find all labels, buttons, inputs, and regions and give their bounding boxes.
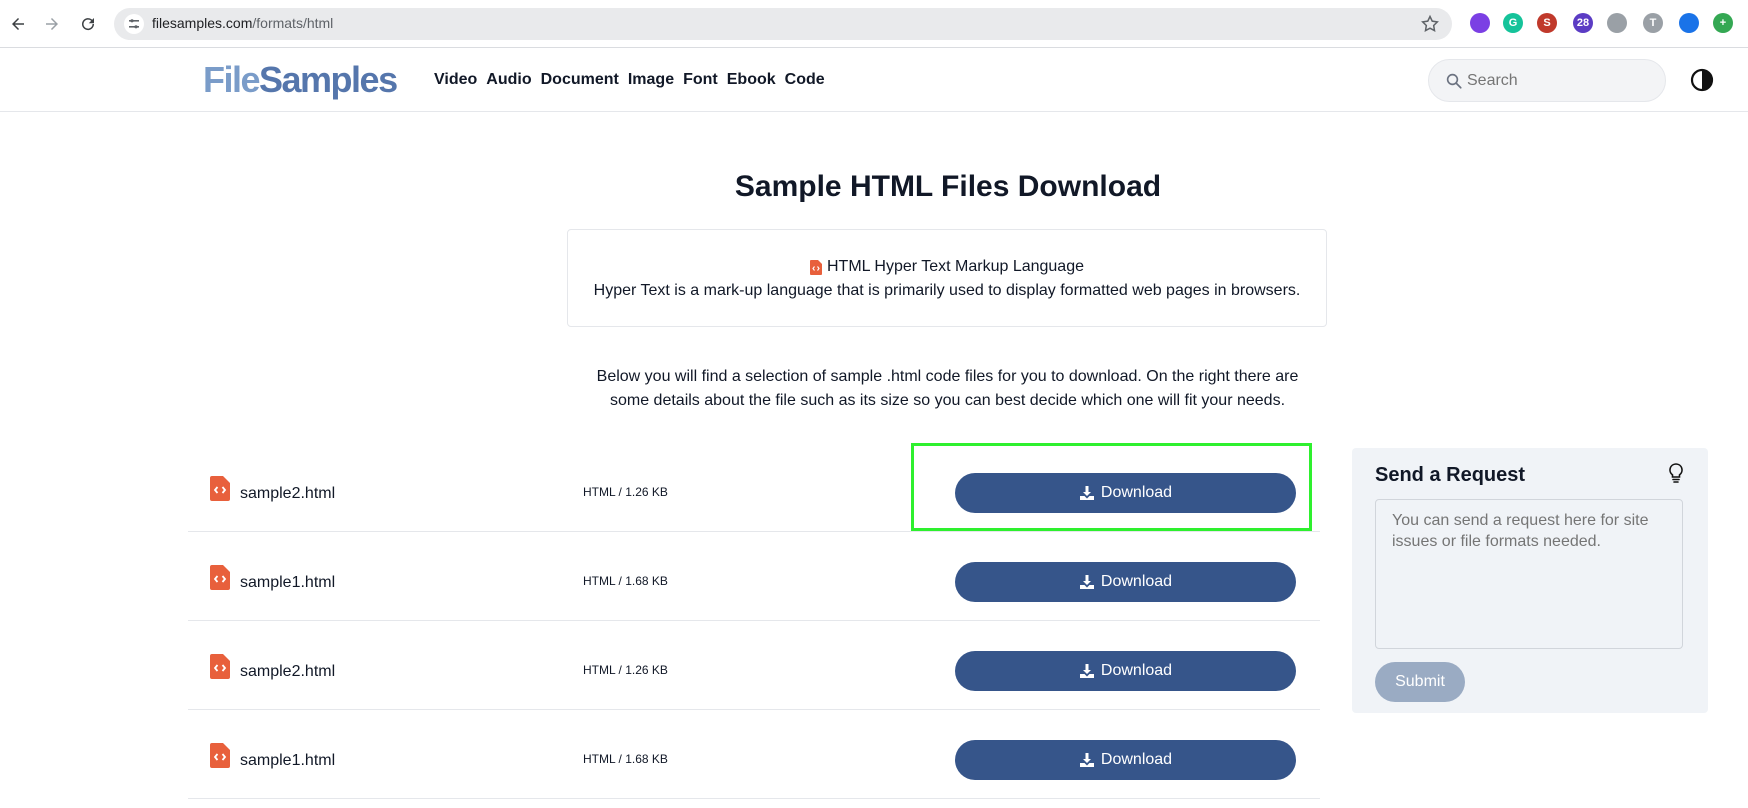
format-info-card: HTML Hyper Text Markup Language Hyper Te… — [567, 229, 1327, 327]
file-row: sample1.html HTML / 1.68 KB Download — [188, 532, 1320, 621]
download-button[interactable]: Download — [955, 740, 1296, 780]
file-meta: HTML / 1.68 KB — [583, 574, 668, 588]
reload-icon — [82, 18, 95, 31]
format-name: HTML Hyper Text Markup Language — [826, 258, 1084, 275]
nav-document[interactable]: Document — [541, 71, 619, 89]
arrow-left-icon — [12, 18, 24, 30]
address-bar[interactable]: filesamples.com/formats/html — [114, 8, 1452, 40]
file-name[interactable]: sample2.html — [240, 663, 335, 681]
file-meta: HTML / 1.68 KB — [583, 752, 668, 766]
file-meta: HTML / 1.26 KB — [583, 663, 668, 677]
file-name[interactable]: sample1.html — [240, 752, 335, 770]
download-label: Download — [1100, 573, 1173, 590]
theme-toggle-icon[interactable] — [1690, 68, 1714, 92]
file-name[interactable]: sample2.html — [240, 485, 335, 503]
intro-text: Below you will find a selection of sampl… — [596, 368, 1299, 409]
html-file-icon — [210, 654, 230, 679]
html-file-icon — [210, 743, 230, 768]
reload-button[interactable] — [74, 10, 102, 38]
download-icon — [1079, 664, 1094, 678]
nav-code[interactable]: Code — [785, 71, 825, 89]
file-row: sample2.html HTML / 1.26 KB Download — [188, 621, 1320, 710]
search-icon — [1446, 73, 1462, 89]
download-button[interactable]: Download — [955, 473, 1296, 513]
bookmark-star-icon[interactable] — [1420, 14, 1440, 34]
search-input[interactable] — [1467, 68, 1657, 94]
back-button[interactable] — [4, 10, 32, 38]
filesamples-logo[interactable]: FileSamples — [203, 59, 398, 100]
nav-audio[interactable]: Audio — [486, 71, 531, 89]
nav-font[interactable]: Font — [683, 71, 718, 89]
file-name[interactable]: sample1.html — [240, 574, 335, 592]
tag-extension-icon[interactable] — [1679, 13, 1699, 33]
main-nav: Video Audio Document Image Font Ebook Co… — [434, 71, 834, 89]
site-info-icon[interactable] — [124, 14, 144, 34]
download-label: Download — [1100, 751, 1173, 768]
forward-button[interactable] — [38, 10, 66, 38]
download-label: Download — [1100, 484, 1173, 501]
format-description: Hyper Text is a mark-up language that is… — [593, 282, 1301, 299]
site-header: FileSamples Video Audio Document Image F… — [0, 49, 1748, 112]
request-textarea[interactable] — [1375, 499, 1683, 649]
html-file-icon — [210, 476, 230, 501]
submit-button[interactable]: Submit — [1375, 662, 1465, 702]
nav-image[interactable]: Image — [628, 71, 674, 89]
download-button[interactable]: Download — [955, 562, 1296, 602]
arrow-right-icon — [46, 18, 58, 30]
html-file-icon — [210, 565, 230, 590]
download-label: Download — [1100, 662, 1173, 679]
format-name-line: HTML Hyper Text Markup Language — [568, 258, 1326, 276]
cap-extension-icon[interactable]: 28 — [1573, 13, 1593, 33]
download-icon — [1079, 753, 1094, 767]
url-text: filesamples.com/formats/html — [152, 15, 334, 31]
download-icon — [1079, 486, 1094, 500]
browser-toolbar: filesamples.com/formats/html G S 28 T + — [0, 0, 1748, 48]
lightbulb-icon — [1669, 463, 1683, 483]
page-title: Sample HTML Files Download — [734, 170, 1162, 203]
file-row: sample2.html HTML / 1.26 KB Download — [188, 443, 1320, 532]
search-box[interactable] — [1428, 59, 1666, 102]
download-button[interactable]: Download — [955, 651, 1296, 691]
red-s-extension-icon[interactable]: S — [1537, 13, 1557, 33]
nav-video[interactable]: Video — [434, 71, 477, 89]
shield-extension-icon[interactable] — [1607, 13, 1627, 33]
nav-ebook[interactable]: Ebook — [727, 71, 776, 89]
request-title: Send a Request — [1375, 464, 1526, 486]
plus-extension-icon[interactable]: + — [1713, 13, 1733, 33]
colorful-ring-extension-icon[interactable] — [1470, 13, 1490, 33]
file-meta: HTML / 1.26 KB — [583, 485, 668, 499]
html-file-icon — [809, 259, 822, 275]
download-icon — [1079, 575, 1094, 589]
t-extension-icon[interactable]: T — [1643, 13, 1663, 33]
grammarly-extension-icon[interactable]: G — [1503, 13, 1523, 33]
file-row: sample1.html HTML / 1.68 KB Download — [188, 710, 1320, 799]
request-panel: Send a Request Submit — [1352, 448, 1708, 713]
